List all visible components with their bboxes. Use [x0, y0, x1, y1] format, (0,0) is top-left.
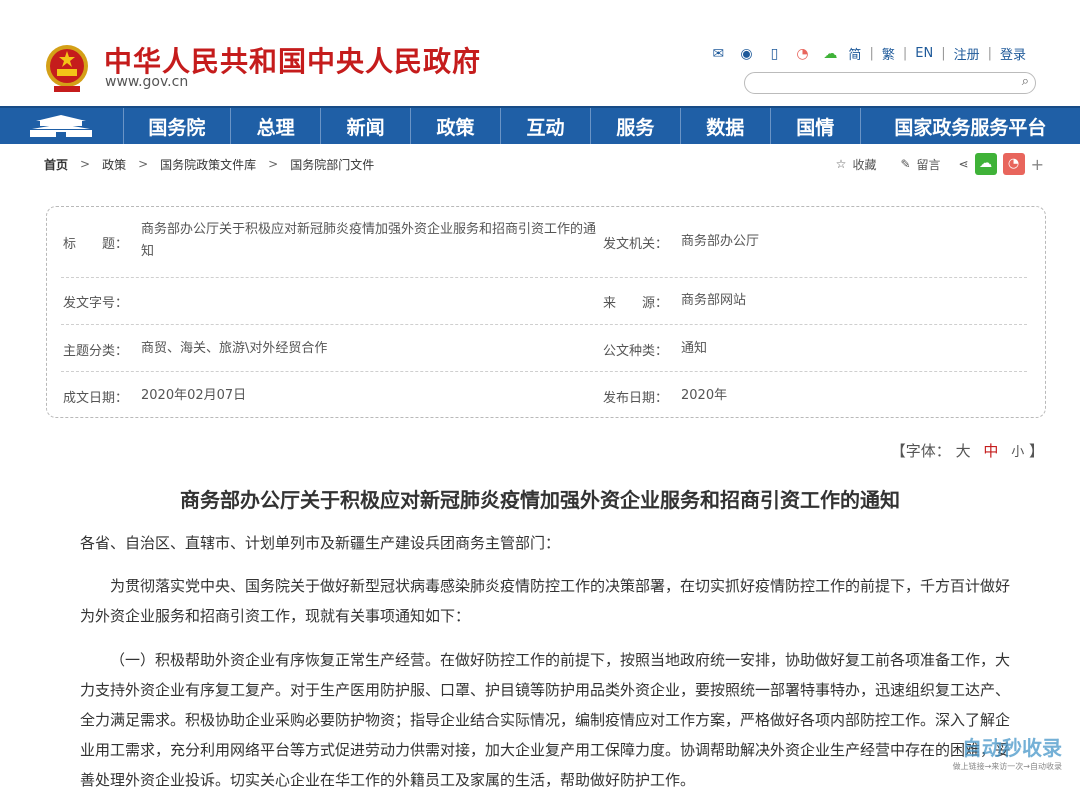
document-info-table: 标 题： 商务部办公厅关于积极应对新冠肺炎疫情加强外资企业服务和招商引资工作的通…: [46, 206, 1046, 418]
source-value: 商务部网站: [681, 293, 747, 308]
doc-type-label: 公文种类：: [603, 344, 669, 359]
nav-item-interaction[interactable]: 互动: [501, 108, 591, 144]
document-paragraph: 为贯彻落实党中央、国务院关于做好新型冠状病毒感染肺炎疫情防控工作的决策部署，在切…: [80, 577, 1011, 625]
divider: |: [941, 46, 946, 61]
breadcrumb-policy-library[interactable]: 国务院政策文件库: [160, 156, 256, 173]
weibo-icon[interactable]: ◔: [792, 45, 812, 63]
breadcrumb: 首页 > 政策 > 国务院政策文件库 > 国务院部门文件 ☆ 收藏 ✎ 留言 ⋖…: [44, 150, 1044, 178]
weibo-share-icon[interactable]: ◔: [1002, 153, 1025, 175]
share-bar: ☆ 收藏 ✎ 留言 ⋖ ☁ ◔ +: [836, 150, 1044, 178]
more-plus-icon[interactable]: +: [1031, 155, 1044, 174]
login-link[interactable]: 登录: [1000, 44, 1026, 63]
main-nav: 国务院 总理 新闻 政策 互动 服务 数据 国情 国家政务服务平台: [0, 106, 1080, 144]
wechat-icon[interactable]: ☁: [820, 45, 840, 63]
wechat-share-icon[interactable]: ☁: [974, 153, 997, 175]
nav-home-gate[interactable]: [0, 108, 124, 144]
chevron-right-icon: >: [80, 157, 91, 171]
nav-item-service-platform[interactable]: 国家政务服务平台: [861, 108, 1080, 144]
font-size-medium-button[interactable]: 中: [983, 442, 998, 460]
comment-button[interactable]: 留言: [917, 156, 941, 173]
nav-item-premier[interactable]: 总理: [231, 108, 322, 144]
chevron-right-icon: >: [268, 157, 279, 171]
font-size-small-button[interactable]: 小: [1011, 445, 1024, 460]
breadcrumb-policy[interactable]: 政策: [102, 156, 126, 173]
nav-item-news[interactable]: 新闻: [321, 108, 412, 144]
lang-english-link[interactable]: EN: [915, 46, 933, 61]
divider: |: [902, 46, 908, 61]
published-date-label: 发布日期：: [603, 391, 669, 406]
title-label: 标 题：: [63, 237, 129, 252]
title-value: 商务部办公厅关于积极应对新冠肺炎疫情加强外资企业服务和招商引资工作的通知: [141, 222, 597, 259]
site-header: 中华人民共和国中央人民政府 www.gov.cn ✉ ◉ ▯ ◔ ☁ 简 | 繁…: [0, 0, 1080, 106]
chat-icon[interactable]: ◉: [736, 45, 756, 63]
published-date-value: 2020年: [681, 388, 728, 403]
lang-simplified-link[interactable]: 简: [848, 44, 861, 63]
written-date-label: 成文日期：: [63, 391, 129, 406]
source-label: 来 源：: [603, 296, 669, 311]
favorite-button[interactable]: 收藏: [852, 156, 876, 173]
site-url[interactable]: www.gov.cn: [105, 74, 188, 90]
font-size-switcher: 【字体： 大 中 小 】: [891, 440, 1044, 461]
document-title: 商务部办公厅关于积极应对新冠肺炎疫情加强外资企业服务和招商引资工作的通知: [180, 488, 900, 512]
font-size-suffix: 】: [1028, 442, 1044, 460]
row-divider: [61, 324, 1027, 325]
nav-item-services[interactable]: 服务: [591, 108, 681, 144]
row-divider: [61, 371, 1027, 372]
breadcrumb-department-docs[interactable]: 国务院部门文件: [290, 156, 374, 173]
star-icon[interactable]: ☆: [836, 157, 847, 171]
issuer-label: 发文机关：: [603, 237, 669, 252]
nav-item-national-info[interactable]: 国情: [771, 108, 861, 144]
breadcrumb-home[interactable]: 首页: [44, 156, 68, 173]
lang-traditional-link[interactable]: 繁: [882, 44, 895, 63]
divider: |: [869, 46, 874, 61]
register-link[interactable]: 注册: [954, 44, 980, 63]
nav-item-state-council[interactable]: 国务院: [124, 108, 232, 144]
watermark: 自动秒收录 做上链接→来访一次→自动收录: [953, 732, 1062, 772]
topic-value: 商贸、海关、旅游\对外经贸合作: [141, 341, 328, 356]
search-input[interactable]: ⌕: [744, 72, 1036, 94]
issuer-value: 商务部办公厅: [681, 234, 760, 249]
doc-type-value: 通知: [681, 341, 708, 356]
tiananmen-icon: [30, 115, 93, 137]
doc-number-label: 发文字号：: [63, 296, 129, 311]
nav-item-data[interactable]: 数据: [681, 108, 771, 144]
divider: |: [987, 46, 992, 61]
chevron-right-icon: >: [138, 157, 149, 171]
national-emblem-icon[interactable]: [44, 42, 90, 94]
pencil-icon[interactable]: ✎: [900, 157, 910, 171]
top-tools: ✉ ◉ ▯ ◔ ☁ 简 | 繁 | EN | 注册 | 登录: [708, 44, 1026, 64]
mail-icon[interactable]: ✉: [708, 45, 728, 63]
written-date-value: 2020年02月07日: [141, 388, 247, 403]
share-icon[interactable]: ⋖: [959, 157, 969, 171]
watermark-subtext: 做上链接→来访一次→自动收录: [952, 762, 1062, 771]
nav-item-policy[interactable]: 政策: [411, 108, 501, 144]
document-recipients: 各省、自治区、直辖市、计划单列市及新疆生产建设兵团商务主管部门：: [80, 534, 561, 552]
mobile-icon[interactable]: ▯: [764, 45, 784, 63]
row-divider: [61, 277, 1027, 278]
font-size-prefix: 【字体：: [890, 442, 951, 460]
search-icon[interactable]: ⌕: [1022, 74, 1029, 89]
document-paragraph: （一）积极帮助外资企业有序恢复正常生产经营。在做好防控工作的前提下，按照当地政府…: [80, 651, 1011, 789]
font-size-large-button[interactable]: 大: [956, 442, 971, 460]
topic-label: 主题分类：: [63, 344, 129, 359]
watermark-text: 自动秒收录: [962, 736, 1062, 760]
